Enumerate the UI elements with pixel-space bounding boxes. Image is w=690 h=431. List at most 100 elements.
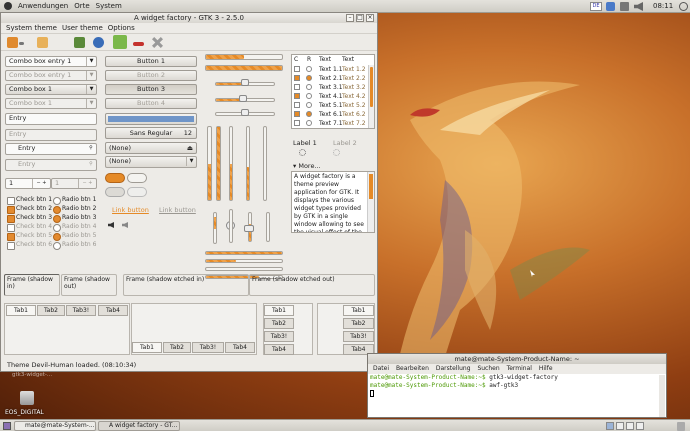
menu-places[interactable]: Orte	[74, 2, 89, 10]
tab-bottom-4[interactable]: Tab4	[225, 342, 255, 353]
tab-bottom-1[interactable]: Tab1	[132, 342, 162, 353]
button-3[interactable]: Button 3	[105, 84, 197, 95]
workspace-4[interactable]	[636, 422, 644, 430]
tab-top-4[interactable]: Tab4	[98, 305, 128, 316]
tree-check[interactable]	[294, 75, 300, 81]
tree-row[interactable]: Text 1.1 Text 1.2	[293, 65, 367, 74]
scale-h3-handle[interactable]	[241, 109, 249, 116]
show-desktop-icon[interactable]	[3, 422, 11, 430]
tab-bottom-3[interactable]: Tab3!	[192, 342, 224, 353]
workspace-2[interactable]	[616, 422, 624, 430]
add-icon[interactable]	[113, 35, 127, 49]
tree-radio[interactable]	[306, 84, 312, 90]
spin-button-2[interactable]: 1− +	[51, 178, 97, 189]
term-menu-bearbeiten[interactable]: Bearbeiten	[396, 365, 429, 372]
link-button-1[interactable]: Link button	[112, 206, 149, 214]
menu-applications[interactable]: Anwendungen	[18, 2, 68, 10]
tree-radio[interactable]	[306, 120, 312, 126]
menu-system-theme[interactable]: System theme	[6, 24, 57, 32]
combo-entry-1[interactable]: Combo box entry 1 ▼	[5, 56, 97, 67]
volume-button-icon[interactable]	[108, 222, 114, 228]
tree-radio[interactable]	[306, 66, 312, 72]
switch-4[interactable]	[127, 187, 147, 197]
text-view[interactable]: A widget factory is a theme preview appl…	[291, 171, 375, 233]
button-4[interactable]: Button 4	[105, 98, 197, 109]
trash-icon[interactable]	[677, 422, 685, 431]
tree-row[interactable]: Text 2.1 Text 2.2	[293, 74, 367, 83]
tree-check[interactable]	[294, 120, 300, 126]
clock[interactable]: 08:11	[653, 2, 673, 10]
save-icon[interactable]	[74, 37, 85, 48]
scale-h1-handle[interactable]	[241, 79, 249, 86]
check-btn-1[interactable]: Check btn 1	[7, 196, 52, 205]
search-entry-2[interactable]: Entry ⚲	[5, 159, 97, 171]
minimize-button[interactable]: –	[346, 14, 354, 22]
scale-v3[interactable]	[263, 126, 267, 201]
scrollbar-v2[interactable]	[229, 209, 233, 243]
close-button[interactable]: ×	[366, 14, 374, 22]
check-btn-2[interactable]: Check btn 2	[7, 205, 52, 214]
entry-1[interactable]: Entry	[5, 113, 97, 125]
switch-2[interactable]	[127, 173, 147, 183]
terminal-scrollbar[interactable]	[659, 375, 665, 417]
scale-v1[interactable]	[229, 126, 233, 201]
expander-more[interactable]: ▾ More...	[293, 162, 321, 170]
terminal-cursor[interactable]	[368, 390, 666, 400]
tab-top-1[interactable]: Tab1	[6, 305, 36, 316]
file-chooser-button[interactable]: (None) ⏏	[105, 142, 197, 154]
radio-btn-4[interactable]: Radio btn 4	[53, 223, 96, 232]
tab-right-3[interactable]: Tab3!	[343, 331, 374, 342]
tree-header-c[interactable]: C	[294, 56, 298, 63]
color-button[interactable]	[105, 113, 197, 125]
tree-check[interactable]	[294, 66, 300, 72]
file-chooser-combo[interactable]: (None) ▼	[105, 156, 197, 168]
combo-box-1[interactable]: Combo box 1 ▼	[5, 84, 97, 95]
spin-button-1[interactable]: 1− +	[5, 178, 51, 189]
tree-radio[interactable]	[306, 102, 312, 108]
tab-left-1[interactable]: Tab1	[264, 305, 294, 316]
check-btn-3[interactable]: Check btn 3	[7, 214, 52, 223]
folder-icon[interactable]	[37, 37, 48, 48]
tree-row[interactable]: Text 5.1 Text 5.2	[293, 101, 367, 110]
tab-left-3[interactable]: Tab3!	[264, 331, 294, 342]
button-1[interactable]: Button 1	[105, 56, 197, 67]
term-menu-hilfe[interactable]: Hilfe	[539, 365, 553, 372]
tree-scrollbar[interactable]	[368, 65, 374, 128]
search-entry-1[interactable]: Entry ⚲	[5, 143, 97, 155]
term-menu-datei[interactable]: Datei	[373, 365, 389, 372]
scale-h2-handle[interactable]	[239, 95, 247, 102]
tree-row[interactable]: Text 7.1 Text 7.2	[293, 119, 367, 128]
radio-btn-6[interactable]: Radio btn 6	[53, 241, 96, 250]
tree-radio[interactable]	[306, 75, 312, 81]
volume-button-dim-icon[interactable]	[122, 222, 128, 228]
tree-header-r[interactable]: R	[307, 56, 311, 63]
combo-box-2[interactable]: Combo box 1 ▼	[5, 98, 97, 109]
term-menu-terminal[interactable]: Terminal	[507, 365, 532, 372]
scrollbar-v1[interactable]	[213, 212, 217, 244]
font-button[interactable]: Sans Regular 12	[105, 127, 197, 139]
tree-row[interactable]: Text 4.1 Text 4.2	[293, 92, 367, 101]
remove-icon[interactable]	[133, 42, 144, 46]
tree-check[interactable]	[294, 111, 300, 117]
tree-check[interactable]	[294, 102, 300, 108]
scrollbar-h3[interactable]	[205, 267, 283, 271]
button-2[interactable]: Button 2	[105, 70, 197, 81]
scale-v-handle-2[interactable]	[244, 225, 254, 232]
tab-left-4[interactable]: Tab4	[264, 344, 294, 355]
tree-radio[interactable]	[306, 93, 312, 99]
taskbar-terminal[interactable]: mate@mate-System-...	[14, 421, 96, 431]
tab-left-2[interactable]: Tab2	[264, 318, 294, 329]
scrollbar-h1[interactable]	[205, 251, 283, 255]
tree-radio[interactable]	[306, 111, 312, 117]
term-menu-suchen[interactable]: Suchen	[477, 365, 499, 372]
switch-1[interactable]	[105, 173, 125, 183]
tab-right-2[interactable]: Tab2	[343, 318, 374, 329]
entry-2[interactable]: Entry	[5, 129, 97, 141]
clear-icon[interactable]	[152, 37, 163, 48]
switch-3[interactable]	[105, 187, 125, 197]
tree-row[interactable]: Text 3.1 Text 3.2	[293, 83, 367, 92]
distro-logo-icon[interactable]	[4, 2, 12, 10]
term-menu-darstellung[interactable]: Darstellung	[436, 365, 471, 372]
drive-icon[interactable]	[20, 391, 34, 405]
menu-system[interactable]: System	[96, 2, 122, 10]
